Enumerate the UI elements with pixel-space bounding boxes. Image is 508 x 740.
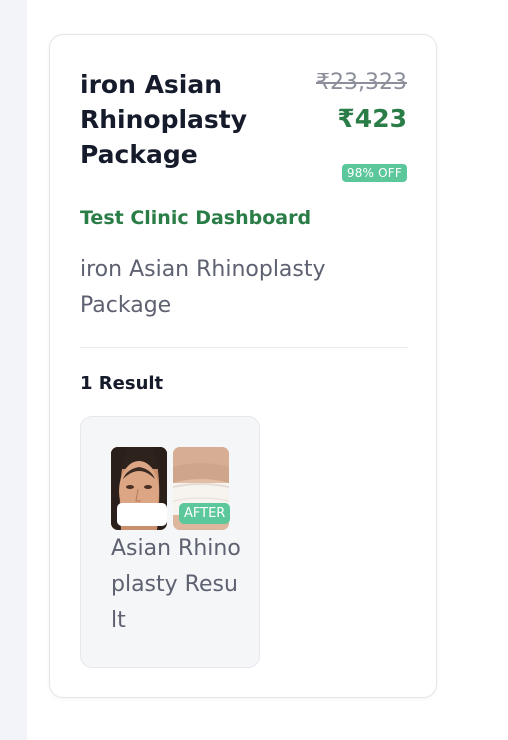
result-card[interactable]: AFTER Asian Rhinoplasty Result <box>80 416 260 668</box>
results-count: 1 Result <box>80 373 164 394</box>
result-title: Asian Rhinoplasty Result <box>111 536 241 633</box>
package-card[interactable]: iron Asian Rhinoplasty Package ₹23,323 ₹… <box>49 34 437 698</box>
original-price: ₹23,323 <box>316 70 407 95</box>
after-badge: AFTER <box>179 503 231 524</box>
discount-badge: 98% OFF <box>341 164 407 182</box>
divider <box>80 347 408 348</box>
package-description: iron Asian Rhinoplasty Package <box>80 257 326 318</box>
side-panel-edge <box>0 0 27 740</box>
clinic-name[interactable]: Test Clinic Dashboard <box>80 207 311 229</box>
package-title: iron Asian Rhinoplasty Package <box>80 70 248 169</box>
discounted-price: ₹423 <box>337 104 407 133</box>
before-label-mask <box>117 503 167 526</box>
